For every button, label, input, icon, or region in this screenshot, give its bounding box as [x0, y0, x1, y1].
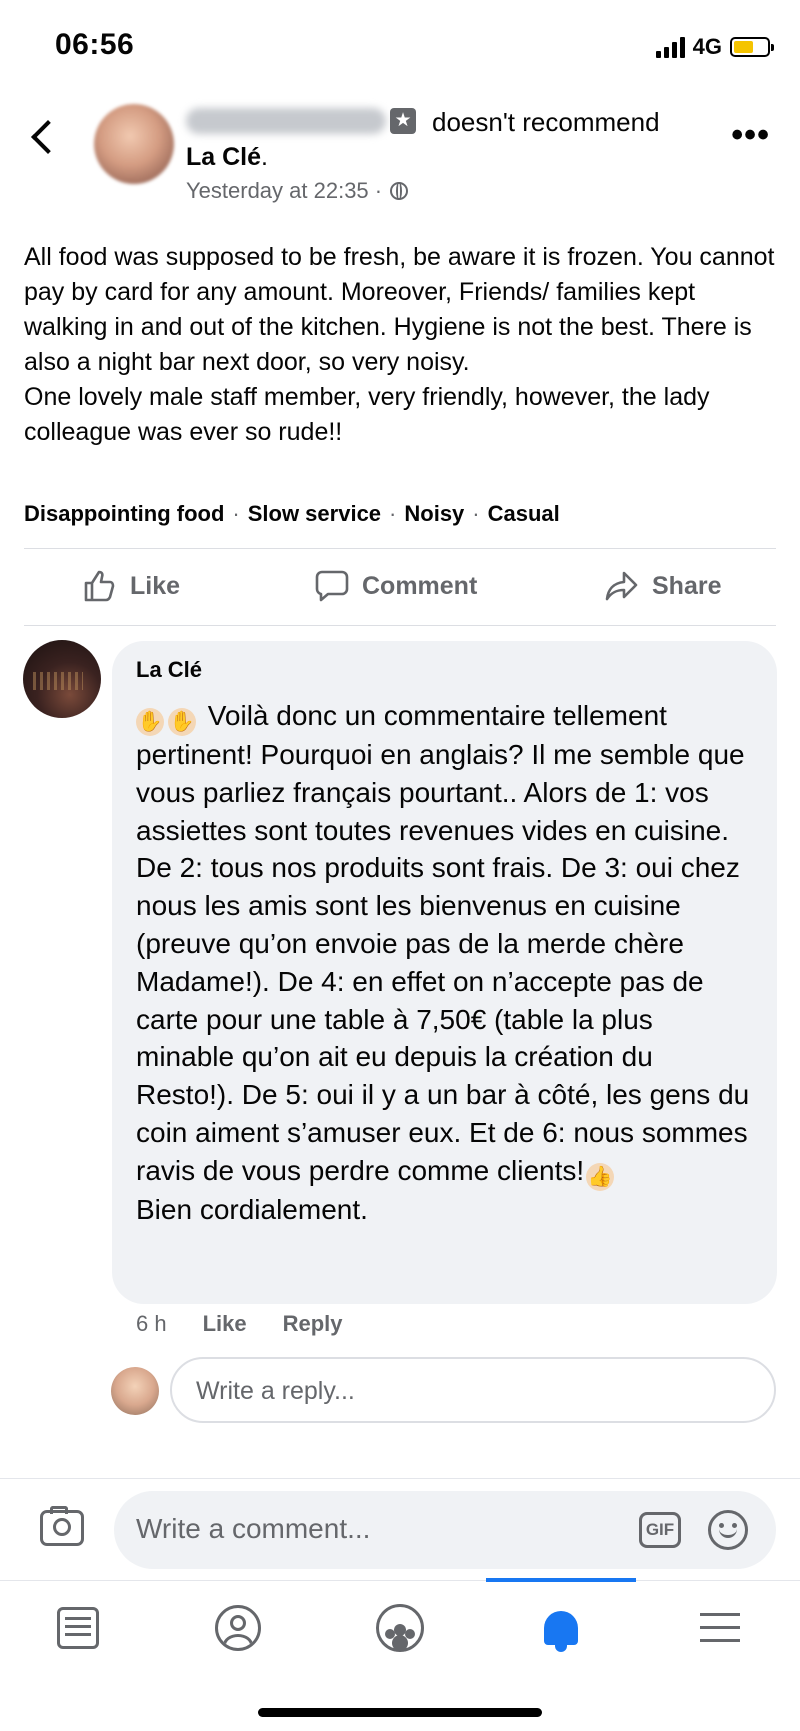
profile-icon[interactable] — [215, 1605, 261, 1651]
nav-feed[interactable] — [48, 1598, 108, 1658]
signal-icon — [655, 36, 685, 58]
nav-menu[interactable] — [690, 1598, 750, 1658]
nav-profile[interactable] — [208, 1598, 268, 1658]
feed-icon[interactable] — [57, 1607, 99, 1649]
comment-like-link[interactable]: Like — [203, 1311, 247, 1337]
place-suffix: . — [261, 143, 268, 171]
divider — [24, 625, 776, 626]
tag: Disappointing food — [24, 501, 225, 526]
review-tags: Disappointing food · Slow service · Noisy · Ca… — [24, 501, 560, 527]
place-link[interactable]: La Clé. — [186, 143, 268, 172]
reply-input[interactable]: Write a reply... — [196, 1377, 355, 1406]
comment-label[interactable]: Comment — [362, 572, 477, 601]
comment-reply-link[interactable]: Reply — [283, 1311, 343, 1337]
battery-icon — [730, 37, 774, 57]
nav-notifications[interactable] — [531, 1598, 591, 1658]
more-options-icon[interactable]: ••• — [731, 118, 770, 152]
thumbs-up-icon — [84, 570, 115, 602]
recommendation-label: doesn't recommend — [432, 107, 660, 137]
tag: Slow service — [247, 501, 382, 526]
nav-groups[interactable] — [370, 1598, 430, 1658]
nav-active-indicator — [486, 1578, 636, 1582]
share-button[interactable]: Share — [604, 568, 721, 604]
groups-icon[interactable] — [376, 1604, 424, 1652]
notifications-icon[interactable] — [544, 1611, 578, 1652]
comment-input[interactable]: Write a comment... — [136, 1513, 370, 1545]
tag-separator: · — [232, 501, 240, 526]
divider — [0, 1478, 800, 1479]
home-indicator — [258, 1708, 542, 1717]
author-name-redacted[interactable] — [186, 108, 386, 134]
comment-meta: 6 h Like Reply — [136, 1311, 343, 1337]
camera-icon[interactable] — [40, 1506, 84, 1546]
comment-author[interactable]: La Clé — [136, 657, 202, 683]
clapping-hands-icon: ✋ — [168, 708, 196, 736]
commenter-avatar[interactable] — [23, 640, 101, 718]
back-icon[interactable] — [31, 120, 65, 154]
emoji-icon[interactable] — [708, 1510, 748, 1550]
comment-time: 6 h — [136, 1311, 167, 1336]
tag-separator: · — [472, 501, 480, 526]
menu-icon[interactable] — [700, 1613, 740, 1643]
thumbs-up-emoji-icon: 👍 — [586, 1162, 615, 1191]
tag-separator: · — [389, 501, 397, 526]
status-indicators: 4G — [655, 34, 774, 60]
tag: Noisy — [404, 501, 465, 526]
nav-divider — [0, 1580, 800, 1581]
tag: Casual — [487, 501, 560, 526]
post-paragraph: One lovely male staff member, very frien… — [24, 383, 710, 446]
share-arrow-icon — [605, 571, 638, 601]
gif-button[interactable]: GIF — [639, 1512, 681, 1548]
comment-body: Voilà donc un commentaire tellement pert… — [136, 700, 750, 1186]
recommendation-icon: ★ — [390, 108, 416, 134]
clapping-hands-icon: ✋ — [136, 708, 164, 736]
speech-bubble-icon — [315, 570, 349, 602]
share-label[interactable]: Share — [652, 572, 721, 601]
post-body: All food was supposed to be fresh, be aw… — [24, 240, 780, 450]
place-name[interactable]: La Clé — [186, 143, 261, 171]
comment-signoff: Bien cordialement. — [136, 1193, 368, 1225]
globe-icon — [390, 182, 409, 200]
user-avatar — [111, 1367, 159, 1415]
author-avatar[interactable] — [94, 104, 174, 184]
divider — [24, 548, 776, 549]
comment-button[interactable]: Comment — [314, 568, 477, 604]
status-time: 06:56 — [55, 28, 135, 61]
like-button[interactable]: Like — [82, 568, 180, 604]
post-paragraph: All food was supposed to be fresh, be aw… — [24, 243, 775, 376]
network-label: 4G — [692, 34, 722, 59]
timestamp-text[interactable]: Yesterday at 22:35 · — [186, 178, 382, 204]
like-label[interactable]: Like — [130, 572, 180, 601]
post-timestamp[interactable]: Yesterday at 22:35 · — [186, 178, 409, 204]
comment-text: ✋ ✋ Voilà donc un commentaire tellement p… — [136, 697, 756, 1229]
